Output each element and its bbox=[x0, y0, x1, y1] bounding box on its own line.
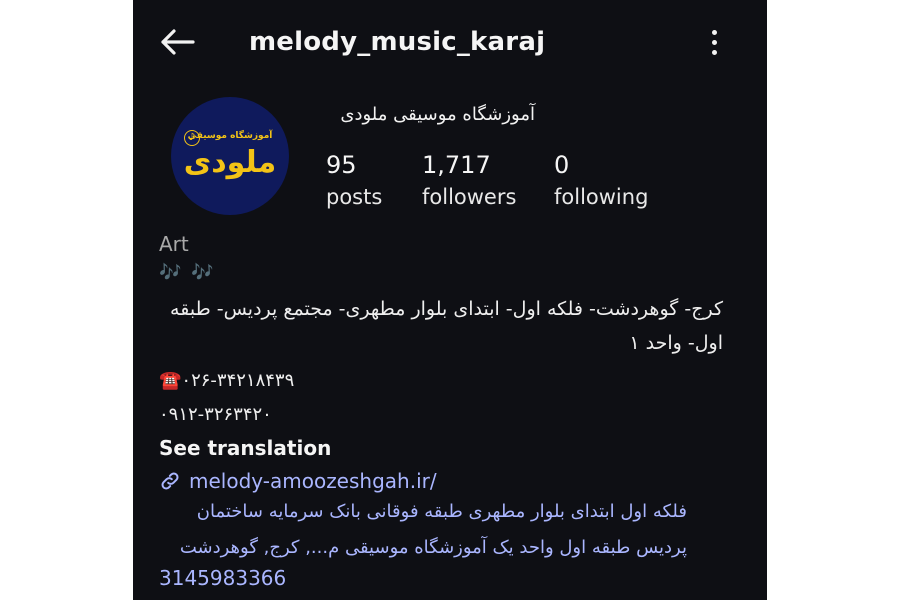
music-notes-emoji: 🎶 🎶 bbox=[159, 262, 216, 283]
following-count: 0 bbox=[554, 151, 570, 179]
business-address-link[interactable]: فلکه اول ابتدای بلوار مطهری طبقه فوقانی … bbox=[157, 494, 687, 566]
following-label: following bbox=[554, 185, 649, 209]
bio-address: کرج- گوهردشت- فلکه اول- ابتدای بلوار مطه… bbox=[170, 298, 723, 354]
business-phone-link[interactable]: 3145983366 bbox=[159, 566, 286, 590]
back-button[interactable] bbox=[157, 24, 197, 60]
profile-screen: melody_music_karaj ♪ آموزشگاه موسیقی ملو… bbox=[133, 0, 767, 600]
more-options-button[interactable] bbox=[699, 24, 729, 60]
link-icon bbox=[161, 472, 179, 490]
website-link-text: melody-amoozeshgah.ir/ bbox=[189, 469, 437, 493]
display-name: آموزشگاه موسیقی ملودی bbox=[340, 104, 535, 125]
see-translation-link[interactable]: See translation bbox=[159, 436, 331, 460]
followers-label: followers bbox=[422, 185, 517, 209]
avatar-main-text: ملودی bbox=[183, 145, 277, 180]
website-link[interactable]: melody-amoozeshgah.ir/ bbox=[159, 466, 437, 496]
followers-stat[interactable]: 1,717 followers bbox=[422, 148, 516, 212]
more-vertical-icon-dot bbox=[711, 39, 717, 45]
top-bar: melody_music_karaj bbox=[133, 0, 767, 84]
username-title: melody_music_karaj bbox=[249, 27, 546, 57]
following-stat[interactable]: 0 following bbox=[554, 148, 648, 212]
more-vertical-icon-dot bbox=[711, 49, 717, 55]
posts-label: posts bbox=[326, 185, 383, 209]
telephone-icon: ☎️ bbox=[159, 370, 182, 391]
followers-count: 1,717 bbox=[422, 151, 491, 179]
phone-number-2: ۰۹۱۲-۳۲۶۳۴۲۰ bbox=[159, 404, 272, 425]
profile-category: Art bbox=[159, 232, 189, 256]
avatar-top-text: آموزشگاه موسیقی bbox=[187, 131, 273, 141]
avatar[interactable]: ♪ آموزشگاه موسیقی ملودی bbox=[171, 97, 289, 215]
phone-line-1: ☎️۰۲۶-۳۴۲۱۸۴۳۹ bbox=[159, 368, 294, 394]
arrow-left-icon bbox=[161, 29, 195, 55]
posts-stat[interactable]: 95 posts bbox=[326, 148, 382, 212]
phone-number-1: ۰۲۶-۳۴۲۱۸۴۳۹ bbox=[181, 370, 295, 391]
posts-count: 95 bbox=[326, 151, 357, 179]
more-vertical-icon-dot bbox=[711, 29, 717, 35]
